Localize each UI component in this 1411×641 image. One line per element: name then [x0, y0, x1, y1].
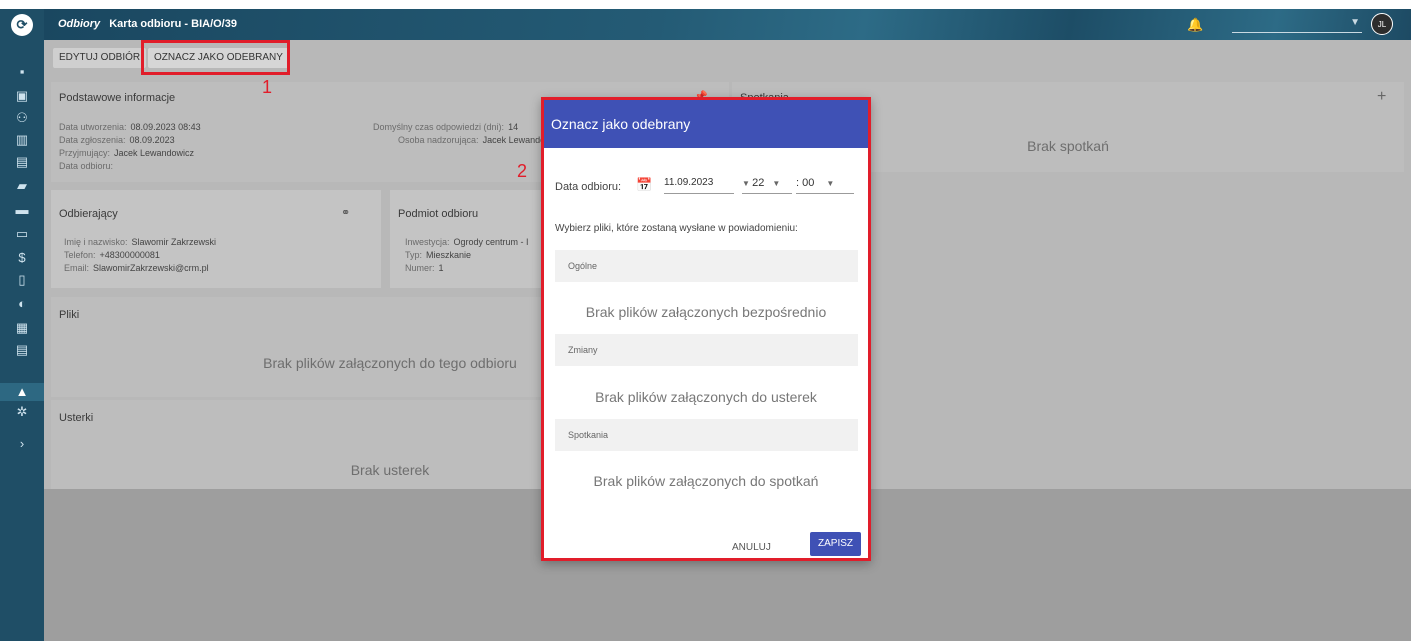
- cancel-button[interactable]: ANULUJ: [726, 537, 777, 559]
- building-icon[interactable]: ▥: [13, 131, 31, 149]
- save-button[interactable]: ZAPISZ: [810, 532, 862, 556]
- pickup-row: Data odbioru:: [59, 161, 113, 171]
- supervisor-row: Osoba nadzorująca: Jacek Lewandow: [398, 135, 552, 145]
- minute-caret-icon: ▼: [826, 179, 835, 188]
- number-value: 1: [438, 263, 444, 273]
- date-value: 11.09.2023: [664, 177, 714, 188]
- collector-phone-value: +48300000081: [99, 250, 160, 260]
- investment-value: Ogrody centrum - I: [453, 237, 529, 247]
- collector-phone-row: Telefon: +48300000081: [64, 250, 160, 260]
- section-changes: Zmiany: [555, 334, 858, 366]
- response-label: Domyślny czas odpowiedzi (dni):: [373, 122, 505, 132]
- calendar-icon[interactable]: ▣: [13, 87, 31, 105]
- collector-name-label: Imię i nazwisko:: [64, 237, 128, 247]
- chart-icon[interactable]: ▦: [13, 319, 31, 337]
- gear-icon[interactable]: ✲: [13, 403, 31, 421]
- breadcrumb-link[interactable]: Odbiory: [58, 18, 100, 30]
- files-instruction: Wybierz pliki, które zostaną wysłane w p…: [555, 223, 798, 234]
- hour-value: 22: [752, 177, 765, 189]
- subject-panel: Podmiot odbioru Inwestycja: Ogrody centru…: [390, 190, 550, 288]
- avatar[interactable]: JL: [1371, 13, 1393, 35]
- section-general: Ogólne: [555, 250, 858, 282]
- dialog-title: Oznacz jako odebrany: [544, 100, 868, 148]
- mark-received-dialog: Oznacz jako odebrany Data odbioru: 📅 11.…: [541, 97, 871, 561]
- section-meetings-empty: Brak plików załączonych do spotkań: [593, 473, 819, 489]
- user-select[interactable]: ▼: [1232, 16, 1362, 33]
- type-row: Typ: Mieszkanie: [405, 250, 471, 260]
- caret-down-icon: ▼: [1350, 17, 1360, 28]
- reported-value: 08.09.2023: [129, 135, 175, 145]
- briefcase-icon[interactable]: ▰: [13, 177, 31, 195]
- chevron-right-icon[interactable]: ›: [13, 435, 31, 453]
- minute-value: : 00: [796, 177, 815, 189]
- calendar-icon[interactable]: 📅: [636, 177, 652, 193]
- collector-name-row: Imię i nazwisko: Slawomir Zakrzewski: [64, 237, 216, 247]
- hour-select[interactable]: ▼ 22 ▼: [742, 177, 792, 194]
- investment-label: Inwestycja:: [405, 237, 450, 247]
- subject-title: Podmiot odbioru: [398, 208, 479, 220]
- hour-caret-icon: ▼: [742, 179, 753, 188]
- investment-row: Inwestycja: Ogrody centrum - I: [405, 237, 529, 247]
- people-icon[interactable]: ⚇: [13, 109, 31, 127]
- inbox-icon[interactable]: ▭: [13, 225, 31, 243]
- date-label: Data odbioru:: [555, 181, 622, 193]
- section-meetings: Spotkania: [555, 419, 858, 451]
- bell-icon[interactable]: 🔔: [1187, 17, 1203, 33]
- topbar: Odbiory Karta odbioru - BIA/O/39 🔔 ▼ JL: [44, 9, 1411, 40]
- pickup-label: Data odbioru:: [59, 161, 114, 171]
- reported-row: Data zgłoszenia: 08.09.2023: [59, 135, 175, 145]
- collector-title: Odbierający: [59, 208, 118, 220]
- sidebar: ⟳ ▪ ▣ ⚇ ▥ ▤ ▰ ▬ ▭ $ ▯ ◐ ▦ ▤ ▲ ✲ ›: [0, 9, 44, 641]
- files-title: Pliki: [59, 309, 80, 321]
- breadcrumb-current: Karta odbioru - BIA/O/39: [109, 18, 237, 30]
- breadcrumb: Odbiory Karta odbioru - BIA/O/39: [58, 18, 237, 30]
- collector-panel: Odbierający ⚭ Imię i nazwisko: Slawomir Z…: [51, 190, 381, 288]
- number-label: Numer:: [405, 263, 435, 273]
- collector-name-value: Slawomir Zakrzewski: [131, 237, 217, 247]
- highlight-box-1: [141, 40, 290, 75]
- folder-icon[interactable]: ▬: [13, 201, 31, 219]
- number-row: Numer: 1: [405, 263, 444, 273]
- add-meeting-icon[interactable]: +: [1377, 88, 1386, 106]
- logo-icon[interactable]: ⟳: [11, 14, 33, 36]
- receiver-value: Jacek Lewandowicz: [114, 148, 195, 158]
- collector-email-label: Email:: [64, 263, 90, 273]
- section-general-empty: Brak plików załączonych bezpośrednio: [585, 304, 827, 320]
- defects-title: Usterki: [59, 412, 94, 424]
- type-label: Typ:: [405, 250, 423, 260]
- annotation-2: 2: [517, 161, 528, 181]
- link-icon[interactable]: ⚭: [341, 206, 350, 219]
- store-icon[interactable]: ▤: [13, 153, 31, 171]
- response-row: Domyślny czas odpowiedzi (dni): 14: [373, 122, 518, 132]
- collector-phone-label: Telefon:: [64, 250, 96, 260]
- section-changes-empty: Brak plików załączonych do usterek: [595, 389, 817, 405]
- edit-button[interactable]: EDYTUJ ODBIÓR: [53, 48, 147, 68]
- dashboard-icon[interactable]: ▪: [13, 63, 31, 81]
- receiver-row: Przyjmujący: Jacek Lewandowicz: [59, 148, 194, 158]
- basic-info-title: Podstawowe informacje: [59, 92, 176, 104]
- collector-email-value: SlawomirZakrzewski@crm.pl: [93, 263, 209, 273]
- created-value: 08.09.2023 08:43: [130, 122, 201, 132]
- annotation-1: 1: [262, 77, 273, 97]
- collector-email-row: Email: SlawomirZakrzewski@crm.pl: [64, 263, 209, 273]
- reported-label: Data zgłoszenia:: [59, 135, 126, 145]
- pie-chart-icon[interactable]: ◐: [13, 295, 31, 313]
- created-label: Data utworzenia:: [59, 122, 127, 132]
- dollar-icon[interactable]: $: [13, 249, 31, 267]
- minute-select[interactable]: : 00 ▼: [796, 177, 854, 194]
- type-value: Mieszkanie: [426, 250, 472, 260]
- date-input[interactable]: 11.09.2023: [664, 177, 734, 194]
- supervisor-label: Osoba nadzorująca:: [398, 135, 479, 145]
- receiver-label: Przyjmujący:: [59, 148, 111, 158]
- document-icon[interactable]: ▯: [13, 271, 31, 289]
- hour-caret2-icon: ▼: [772, 179, 781, 188]
- created-row: Data utworzenia: 08.09.2023 08:43: [59, 122, 201, 132]
- response-value: 14: [508, 122, 519, 132]
- card-icon[interactable]: ▤: [13, 341, 31, 359]
- warning-icon[interactable]: ▲: [0, 383, 44, 401]
- top-band: [0, 0, 1411, 9]
